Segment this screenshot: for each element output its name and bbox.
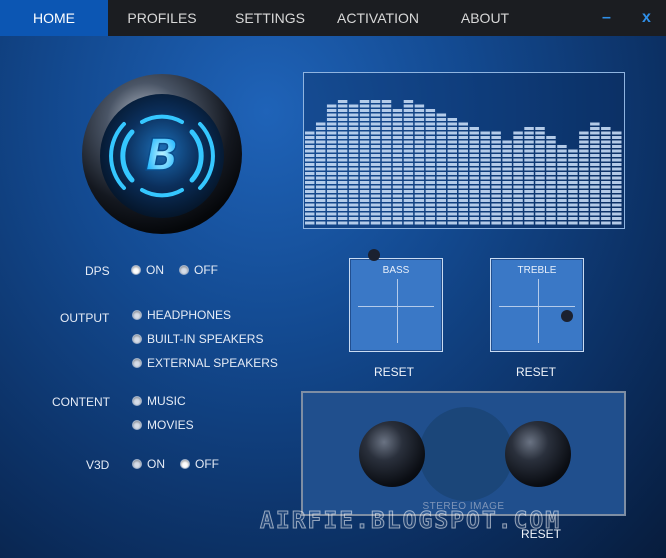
watermark-text: AIRFIE.BLOGSPOT.COM — [259, 508, 562, 535]
bass-handle[interactable] — [367, 249, 380, 262]
radio-indicator — [131, 265, 141, 275]
stereo-reset-button[interactable]: RESET — [521, 527, 561, 541]
close-button[interactable]: x — [642, 0, 651, 36]
output-external-speakers-radio[interactable]: EXTERNAL SPEAKERS — [132, 356, 278, 370]
bass-pad[interactable]: BASS — [349, 249, 443, 352]
equalizer-bar — [315, 122, 326, 225]
equalizer-bar — [381, 100, 392, 225]
equalizer-bar — [337, 100, 348, 225]
dps-off-label: OFF — [194, 263, 218, 277]
dps-off-radio[interactable]: OFF — [179, 263, 218, 277]
equalizer-bar — [436, 113, 447, 225]
equalizer-bar — [348, 104, 359, 225]
bass-crosshair-v — [397, 279, 398, 343]
equalizer-bars — [305, 100, 622, 225]
treble-title: TREBLE — [517, 265, 557, 276]
radio-indicator — [179, 265, 189, 275]
equalizer-bar — [579, 131, 589, 225]
equalizer-bar — [590, 122, 600, 225]
equalizer-bar — [447, 118, 458, 225]
equalizer-bar — [414, 104, 425, 225]
equalizer-bar — [502, 140, 512, 225]
equalizer-visualizer — [303, 72, 625, 229]
v3d-off-radio[interactable]: OFF — [180, 457, 219, 471]
equalizer-bar — [524, 127, 534, 225]
content-music-label: MUSIC — [147, 394, 186, 408]
content-label: CONTENT — [52, 395, 110, 409]
treble-crosshair-h — [499, 306, 575, 307]
treble-reset-button[interactable]: RESET — [516, 365, 556, 379]
treble-handle[interactable] — [561, 310, 574, 323]
stereo-image-panel[interactable]: STEREO IMAGE — [301, 391, 626, 516]
radio-indicator — [180, 459, 190, 469]
equalizer-bar — [557, 145, 567, 225]
dps-on-label: ON — [146, 263, 164, 277]
stereo-center-circle — [419, 407, 513, 501]
v3d-on-label: ON — [147, 457, 165, 471]
output-builtin-speakers-radio[interactable]: BUILT-IN SPEAKERS — [132, 332, 263, 346]
equalizer-bar — [546, 136, 556, 225]
treble-pad[interactable]: TREBLE — [490, 258, 584, 352]
equalizer-bar — [359, 100, 370, 225]
left-speaker-ball[interactable] — [359, 421, 425, 487]
radio-indicator — [132, 358, 142, 368]
content-movies-label: MOVIES — [147, 418, 194, 432]
tab-activation[interactable]: ACTIVATION — [328, 0, 428, 36]
equalizer-bar — [370, 100, 381, 225]
tab-settings[interactable]: SETTINGS — [226, 0, 314, 36]
equalizer-bar — [403, 100, 414, 225]
bass-title: BASS — [382, 265, 410, 276]
equalizer-bar — [305, 131, 315, 225]
v3d-on-radio[interactable]: ON — [132, 457, 165, 471]
output-headphones-label: HEADPHONES — [147, 308, 232, 322]
bass-reset-button[interactable]: RESET — [374, 365, 414, 379]
equalizer-bar — [568, 149, 578, 225]
v3d-off-label: OFF — [195, 457, 219, 471]
right-speaker-ball[interactable] — [505, 421, 571, 487]
v3d-label: V3D — [86, 458, 110, 472]
radio-indicator — [132, 420, 142, 430]
b-logo-icon: B — [80, 72, 244, 236]
top-nav-bar: HOME PROFILES SETTINGS ACTIVATION ABOUT … — [0, 0, 666, 36]
tab-profiles[interactable]: PROFILES — [112, 0, 212, 36]
minimize-button[interactable]: – — [602, 0, 611, 36]
equalizer-bar — [480, 131, 490, 225]
radio-indicator — [132, 459, 142, 469]
output-builtin-speakers-label: BUILT-IN SPEAKERS — [147, 332, 264, 346]
equalizer-bar — [392, 109, 403, 225]
equalizer-bar — [458, 122, 468, 225]
equalizer-bar — [326, 104, 337, 225]
output-external-speakers-label: EXTERNAL SPEAKERS — [147, 356, 278, 370]
dps-label: DPS — [85, 264, 110, 278]
output-label: OUTPUT — [60, 311, 110, 325]
content-music-radio[interactable]: MUSIC — [132, 394, 186, 408]
bass-crosshair-h — [358, 306, 434, 307]
equalizer-bar — [425, 109, 436, 225]
radio-indicator — [132, 310, 142, 320]
equalizer-bar — [612, 131, 622, 225]
radio-indicator — [132, 334, 142, 344]
svg-text:B: B — [145, 130, 179, 181]
tab-home[interactable]: HOME — [0, 0, 108, 36]
equalizer-bar — [601, 127, 611, 225]
tab-about[interactable]: ABOUT — [448, 0, 522, 36]
equalizer-bar — [535, 127, 545, 225]
treble-crosshair-v — [538, 279, 539, 343]
equalizer-bar — [491, 131, 501, 225]
equalizer-bar — [469, 127, 479, 225]
content-movies-radio[interactable]: MOVIES — [132, 418, 194, 432]
output-headphones-radio[interactable]: HEADPHONES — [132, 308, 231, 322]
equalizer-bar — [513, 131, 523, 225]
radio-indicator — [132, 396, 142, 406]
dps-on-radio[interactable]: ON — [131, 263, 164, 277]
